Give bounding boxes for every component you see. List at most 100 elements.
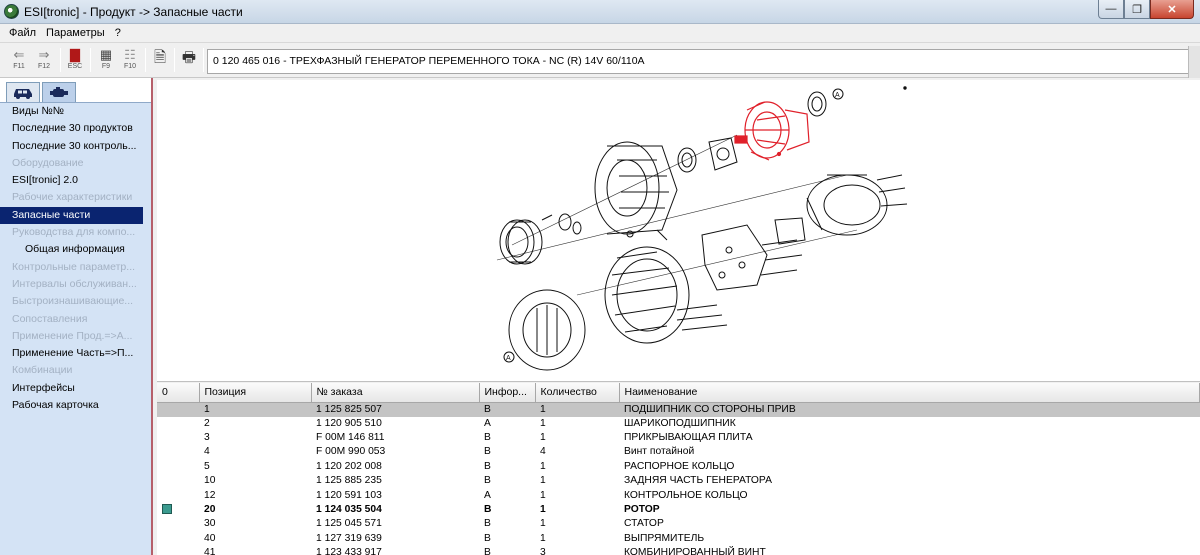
- table-row[interactable]: 40 1 127 319 639 B 1 ВЫПРЯМИТЕЛЬ: [157, 532, 1200, 546]
- column-header-position[interactable]: Позиция: [199, 383, 312, 403]
- row-name-cell: Винт потайной: [624, 446, 695, 458]
- nav-item[interactable]: ESI[tronic] 2.0: [0, 172, 151, 189]
- nav-item[interactable]: Запасные части: [0, 206, 143, 225]
- minimize-button[interactable]: —: [1098, 0, 1124, 19]
- table-row[interactable]: 4 F 00M 990 053 B 4 Винт потайной: [157, 445, 1200, 459]
- row-position-cell: 2: [204, 417, 210, 429]
- row-info-cell: B: [479, 402, 535, 417]
- engine-icon: [50, 86, 68, 97]
- tab-vehicle[interactable]: [6, 82, 40, 102]
- row-name-cell: ВЫПРЯМИТЕЛЬ: [624, 532, 705, 544]
- close-button[interactable]: ✕: [1150, 0, 1194, 19]
- title-bar: ESI[tronic] - Продукт -> Запасные части …: [0, 0, 1200, 24]
- table-row[interactable]: 3 F 00M 146 811 B 1 ПРИКРЫВАЮЩАЯ ПЛИТА: [157, 431, 1200, 445]
- f10-button[interactable]: ☷ F10: [119, 47, 141, 73]
- row-name-cell: ШАРИКОПОДШИПНИК: [624, 417, 736, 429]
- row-quantity-cell: 1: [540, 460, 546, 472]
- exploded-view-drawing[interactable]: A A: [157, 80, 1200, 382]
- column-header-name[interactable]: Наименование: [619, 383, 1200, 403]
- row-name-cell: ЗАДНЯЯ ЧАСТЬ ГЕНЕРАТОРА: [624, 475, 772, 487]
- nav-item: Оборудование: [12, 156, 84, 169]
- row-flag-cell: [157, 532, 199, 546]
- maximize-button[interactable]: ❐: [1124, 0, 1150, 19]
- row-quantity-cell: 1: [540, 532, 546, 544]
- row-order-number-cell: 1 120 202 008: [316, 460, 382, 472]
- car-icon: [14, 88, 32, 99]
- f9-button[interactable]: ▦ F9: [95, 47, 117, 73]
- nav-item: Интервалы обслуживан...: [12, 277, 137, 290]
- row-info-cell: B: [484, 432, 491, 444]
- column-header-info[interactable]: Инфор...: [479, 383, 536, 403]
- row-flag-cell: [157, 503, 199, 517]
- nav-item: Руководства для компо...: [12, 226, 136, 239]
- row-flag-cell: [157, 546, 199, 555]
- column-header-quantity[interactable]: Количество: [535, 383, 620, 403]
- nav-item[interactable]: Общая информация: [0, 241, 151, 258]
- nav-item[interactable]: Виды №№: [0, 103, 151, 120]
- forward-key-label: F12: [37, 63, 51, 70]
- row-name-cell: ПРИКРЫВАЮЩАЯ ПЛИТА: [624, 432, 753, 444]
- row-quantity-cell: 4: [540, 446, 546, 458]
- nav-list: Виды №№ Последние 30 продуктов Последние 3…: [0, 102, 151, 555]
- table-row[interactable]: 10 1 125 885 235 B 1 ЗАДНЯЯ ЧАСТЬ ГЕНЕРАТОРА: [157, 474, 1200, 488]
- nav-item[interactable]: Интерфейсы: [0, 380, 151, 397]
- nav-item: Быстроизнашивающие...: [12, 295, 134, 308]
- row-info-cell: B: [484, 532, 491, 544]
- table-row[interactable]: 41 1 123 433 917 B 3 КОМБИНИРОВАННЫЙ ВИНТ: [157, 546, 1200, 555]
- row-position-cell: 41: [204, 547, 216, 555]
- rotor-highlight: [734, 101, 810, 161]
- grid-icon: ▦: [99, 47, 113, 62]
- nav-item[interactable]: Применение Часть=>П...: [0, 345, 151, 362]
- book-icon: ▇: [70, 47, 80, 62]
- row-order-number-cell: F 00M 990 053: [316, 446, 386, 458]
- row-order-number-cell: 1 125 885 235: [316, 475, 382, 487]
- parts-table-body: 11 125 825 507 B 1 ПОДШИПНИК СО СТОРОНЫ ПРИ…: [157, 402, 1200, 555]
- table-row[interactable]: 5 1 120 202 008 B 1 РАСПОРНОЕ КОЛЬЦО: [157, 460, 1200, 474]
- menu-help[interactable]: ?: [110, 27, 126, 39]
- back-button[interactable]: ⇐ F11: [8, 47, 30, 73]
- esc-button[interactable]: ▇ ESC: [64, 47, 86, 73]
- toolbar-separator: [145, 48, 146, 72]
- product-title: 0 120 465 016 - ТРЕХФАЗНЫЙ ГЕНЕРАТОР ПЕР…: [207, 49, 1190, 74]
- row-flag-cell: [157, 460, 199, 474]
- row-info-cell: B: [484, 547, 491, 555]
- row-position-cell: 1: [199, 402, 311, 417]
- row-flag-cell: [157, 417, 199, 431]
- table-row[interactable]: 20 1 124 035 504 B 1 РОТОР: [157, 503, 1200, 517]
- row-flag-cell: [157, 517, 199, 531]
- row-position-cell: 12: [204, 489, 216, 501]
- menu-file[interactable]: Файл: [4, 27, 41, 39]
- menu-parameters[interactable]: Параметры: [41, 27, 110, 39]
- print-button[interactable]: 🖶: [178, 47, 200, 73]
- table-row[interactable]: 11 125 825 507 B 1 ПОДШИПНИК СО СТОРОНЫ ПРИ…: [157, 402, 1200, 417]
- printer-icon: 🖶: [181, 49, 197, 66]
- column-header-flag[interactable]: 0: [157, 383, 200, 403]
- nav-item: Комбинации: [12, 364, 73, 377]
- table-row[interactable]: 2 1 120 905 510 A 1 ШАРИКОПОДШИПНИК: [157, 417, 1200, 431]
- forward-button[interactable]: ⇒ F12: [33, 47, 55, 73]
- vehicle-tabs: [6, 82, 78, 102]
- column-header-order-number[interactable]: № заказа: [311, 383, 480, 403]
- row-name-cell: РОТОР: [624, 504, 660, 516]
- row-flag-cell: [157, 402, 199, 417]
- tab-components[interactable]: [42, 82, 76, 102]
- marker-icon: [162, 504, 172, 515]
- f9-key-label: F9: [101, 63, 111, 70]
- f10-key-label: F10: [123, 63, 137, 70]
- document-button[interactable]: 🗎: [149, 47, 171, 73]
- nav-item[interactable]: Последние 30 контроль...: [0, 138, 151, 155]
- row-quantity-cell: 1: [540, 417, 546, 429]
- row-position-cell: 20: [204, 504, 216, 516]
- row-info-cell: B: [484, 475, 491, 487]
- table-row[interactable]: 12 1 120 591 103 A 1 КОНТРОЛЬНОЕ КОЛЬЦО: [157, 488, 1200, 502]
- row-info-cell: B: [484, 460, 491, 472]
- nav-item[interactable]: Рабочая карточка: [0, 397, 151, 414]
- arrow-right-icon: ⇒: [38, 47, 50, 62]
- tree-icon: ☷: [124, 47, 136, 62]
- table-row[interactable]: 30 1 125 045 571 B 1 СТАТОР: [157, 517, 1200, 531]
- row-quantity-cell: 1: [540, 432, 546, 444]
- nav-item[interactable]: Последние 30 продуктов: [0, 120, 151, 137]
- vertical-scrollbar[interactable]: [1188, 46, 1200, 78]
- row-info-cell: B: [484, 504, 492, 516]
- row-info-cell: A: [484, 489, 491, 501]
